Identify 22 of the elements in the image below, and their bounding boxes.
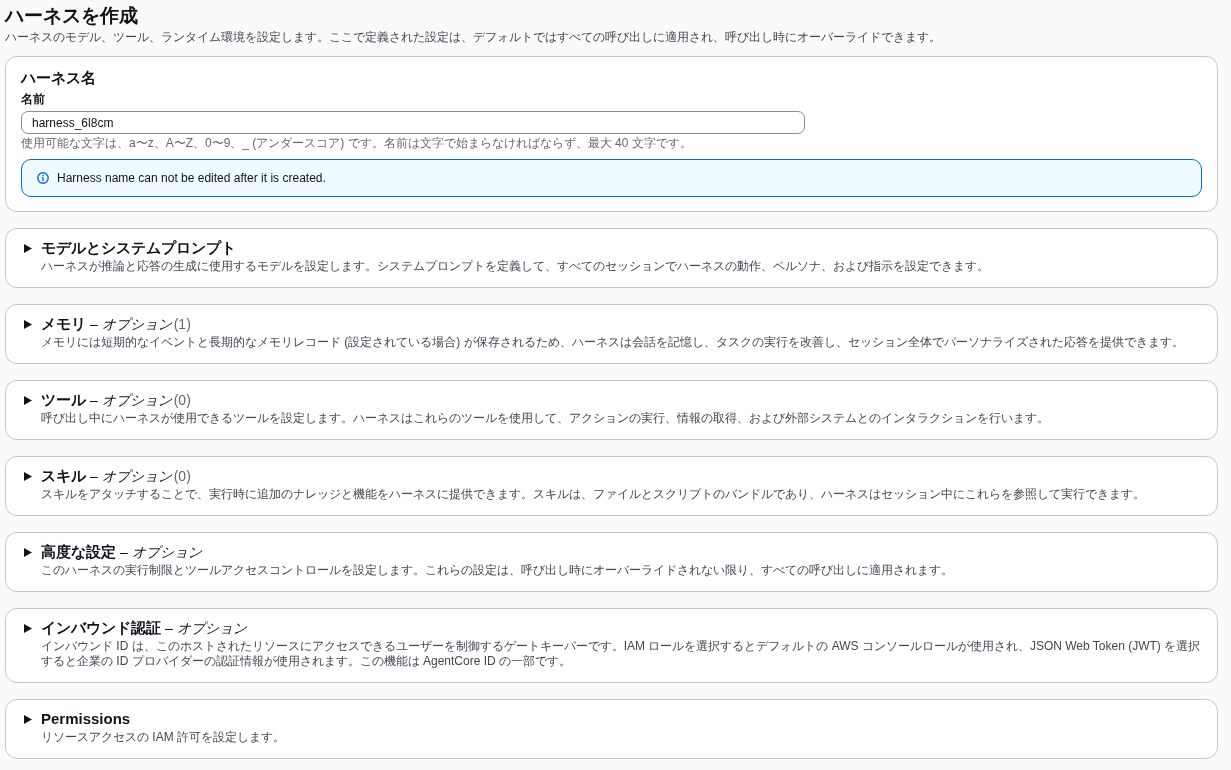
alert-message: Harness name can not be edited after it is created. bbox=[57, 170, 326, 187]
section-description: インバウンド ID は、このホストされたリソースにアクセスできるユーザーを制御するゲートキーパーです。IAM ロールを選択するとデフォルトの AWS コンソールロールが使用され、JSON Web Token (JWT) を選択すると企業の ID プロバイダーの認証情報が使用されます。この機能は AgentCore ID の一部です。 bbox=[41, 639, 1201, 669]
section-description: スキルをアタッチすることで、実行時に追加のナレッジと機能をハーネスに提供できます。スキルは、ファイルとスクリプトのバンドルであり、ハーネスはセッション中にこれらを参照して実行できます。 bbox=[41, 487, 1146, 502]
field-label: 名前 bbox=[21, 92, 46, 107]
section-description: 呼び出し中にハーネスが使用できるツールを設定します。ハーネスはこれらのツールを使用して、アクションの実行、情報の取得、および外部システムとのインタラクションを行います。 bbox=[41, 411, 1050, 426]
page-title: ハーネスを作成 bbox=[5, 5, 139, 27]
info-icon bbox=[37, 172, 49, 184]
section-header[interactable]: ツール – オプション(0) bbox=[24, 390, 191, 410]
section-header[interactable]: 高度な設定 – オプション bbox=[24, 542, 202, 562]
section-header[interactable]: Permissions bbox=[24, 709, 131, 729]
section-header[interactable]: モデルとシステムプロンプト bbox=[24, 238, 236, 258]
section-description: メモリには短期的なイベントと長期的なメモリレコード (設定されている場合) が保存されるため、ハーネスは会話を記憶し、タスクの実行を改善し、セッション全体でパーソナライズされた応答を提供できます。 bbox=[41, 335, 1185, 350]
section-header[interactable]: インバウンド認証 – オプション bbox=[24, 618, 247, 638]
panel-title: ハーネス名 bbox=[21, 68, 97, 88]
section-header[interactable]: スキル – オプション(0) bbox=[24, 466, 191, 486]
section-description: このハーネスの実行制限とツールアクセスコントロールを設定します。これらの設定は、呼び出し時にオーバーライドされない限り、すべての呼び出しに適用されます。 bbox=[41, 563, 954, 578]
section-description: ハーネスが推論と応答の生成に使用するモデルを設定します。システムプロンプトを定義して、すべてのセッションでハーネスの動作、ペルソナ、および指示を設定できます。 bbox=[41, 259, 990, 274]
section-description: リソースアクセスの IAM 許可を設定します。 bbox=[41, 730, 286, 745]
page-description: ハーネスのモデル、ツール、ランタイム環境を設定します。ここで定義された設定は、デフォルトではすべての呼び出しに適用され、呼び出し時にオーバーライドできます。 bbox=[5, 30, 942, 45]
field-hint: 使用可能な文字は、a〜z、A〜Z、0〜9、_ (アンダースコア) です。名前は文字で始まらなければならず、最大 40 文字です。 bbox=[21, 136, 693, 151]
section-header[interactable]: メモリ – オプション(1) bbox=[24, 314, 191, 334]
name-input[interactable]: harness_6l8cm bbox=[21, 111, 805, 134]
